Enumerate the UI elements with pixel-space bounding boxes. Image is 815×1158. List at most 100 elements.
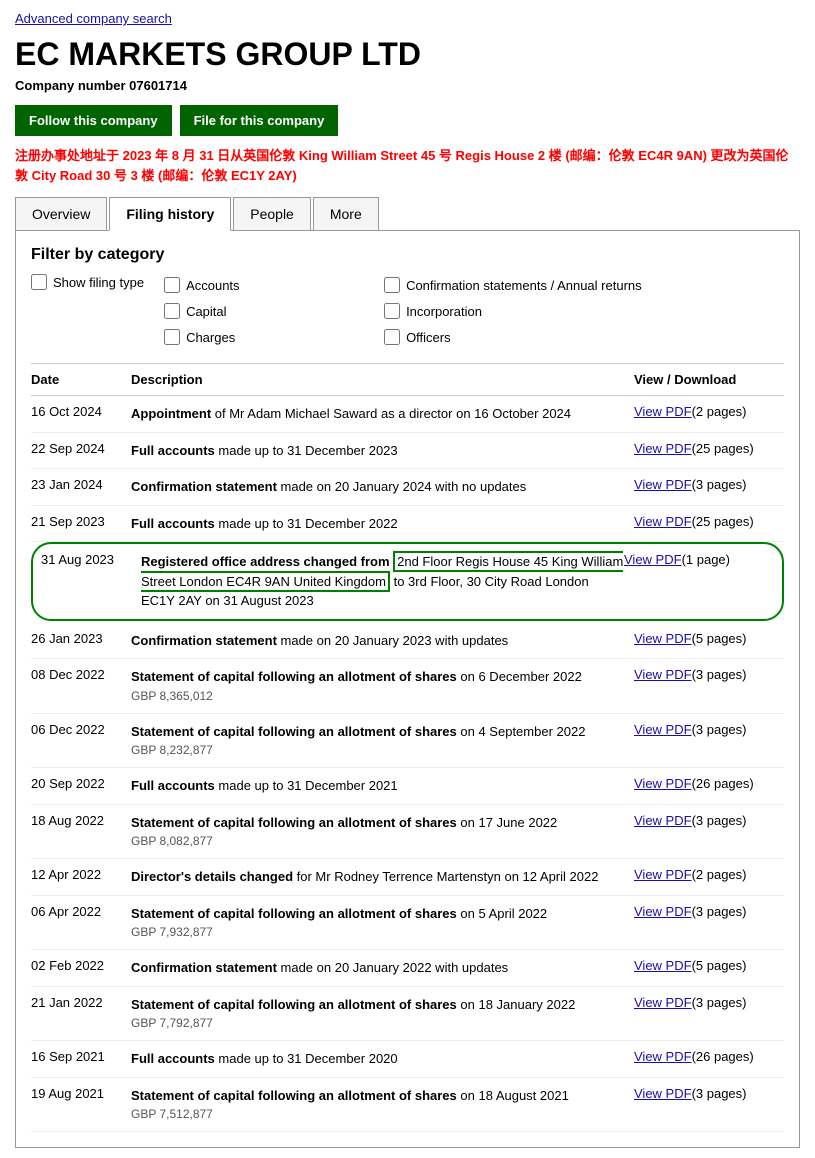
filing-sub: GBP 7,932,877: [131, 923, 634, 941]
filter-capital-checkbox[interactable]: [164, 303, 180, 319]
view-pdf-link[interactable]: View PDF: [634, 404, 692, 419]
view-pdf-link[interactable]: View PDF: [634, 667, 692, 682]
view-pages: (3 pages): [692, 1086, 747, 1101]
filing-date: 23 Jan 2024: [31, 477, 131, 492]
filter-charges-checkbox[interactable]: [164, 329, 180, 345]
filing-view: View PDF(2 pages): [634, 867, 784, 882]
view-pdf-link[interactable]: View PDF: [634, 958, 692, 973]
filing-description: Statement of capital following an allotm…: [131, 722, 634, 760]
filing-view: View PDF(3 pages): [634, 813, 784, 828]
filing-view: View PDF(5 pages): [634, 631, 784, 646]
filing-view: View PDF(1 page): [624, 552, 774, 567]
filter-officers: Officers: [384, 326, 642, 348]
filing-view: View PDF(3 pages): [634, 722, 784, 737]
filing-date: 22 Sep 2024: [31, 441, 131, 456]
filing-row: 16 Oct 2024Appointment of Mr Adam Michae…: [31, 396, 784, 433]
view-pdf-link[interactable]: View PDF: [634, 1086, 692, 1101]
filing-row: 06 Dec 2022Statement of capital followin…: [31, 714, 784, 769]
filing-sub: GBP 8,365,012: [131, 687, 634, 705]
filter-officers-checkbox[interactable]: [384, 329, 400, 345]
view-pdf-link[interactable]: View PDF: [624, 552, 682, 567]
view-pages: (2 pages): [692, 404, 747, 419]
filing-description: Full accounts made up to 31 December 202…: [131, 441, 634, 461]
filing-description: Statement of capital following an allotm…: [131, 667, 634, 705]
filter-section: Filter by category Show filing type Acco…: [31, 246, 784, 348]
filing-date: 26 Jan 2023: [31, 631, 131, 646]
view-pages: (3 pages): [692, 667, 747, 682]
filing-description: Appointment of Mr Adam Michael Saward as…: [131, 404, 634, 424]
advanced-search-link[interactable]: Advanced company search: [15, 11, 172, 26]
filing-description: Statement of capital following an allotm…: [131, 1086, 634, 1124]
filing-view: View PDF(3 pages): [634, 995, 784, 1010]
filing-row: 22 Sep 2024Full accounts made up to 31 D…: [31, 433, 784, 470]
tab-more[interactable]: More: [313, 197, 379, 230]
filing-view: View PDF(5 pages): [634, 958, 784, 973]
follow-company-button[interactable]: Follow this company: [15, 105, 172, 136]
filing-row: 18 Aug 2022Statement of capital followin…: [31, 805, 784, 860]
filing-sub: GBP 8,082,877: [131, 832, 634, 850]
filing-date: 06 Dec 2022: [31, 722, 131, 737]
tab-people[interactable]: People: [233, 197, 311, 230]
filing-description: Statement of capital following an allotm…: [131, 813, 634, 851]
filing-date: 19 Aug 2021: [31, 1086, 131, 1101]
view-pdf-link[interactable]: View PDF: [634, 514, 692, 529]
view-pages: (1 page): [682, 552, 730, 567]
filter-grid: Accounts Confirmation statements / Annua…: [164, 274, 642, 348]
view-pages: (25 pages): [692, 441, 754, 456]
view-pages: (3 pages): [692, 995, 747, 1010]
view-pdf-link[interactable]: View PDF: [634, 995, 692, 1010]
filing-row: 02 Feb 2022Confirmation statement made o…: [31, 950, 784, 987]
filing-description: Statement of capital following an allotm…: [131, 995, 634, 1033]
view-pdf-link[interactable]: View PDF: [634, 776, 692, 791]
col-date: Date: [31, 372, 131, 387]
filing-date: 16 Sep 2021: [31, 1049, 131, 1064]
view-pages: (25 pages): [692, 514, 754, 529]
view-pdf-link[interactable]: View PDF: [634, 441, 692, 456]
view-pdf-link[interactable]: View PDF: [634, 867, 692, 882]
filing-row: 06 Apr 2022Statement of capital followin…: [31, 896, 784, 951]
filter-incorporation: Incorporation: [384, 300, 642, 322]
view-pages: (5 pages): [692, 631, 747, 646]
view-pages: (3 pages): [692, 477, 747, 492]
filter-capital: Capital: [164, 300, 364, 322]
col-description: Description: [131, 372, 634, 387]
filing-sub: GBP 7,512,877: [131, 1105, 634, 1123]
filter-confirmation: Confirmation statements / Annual returns: [384, 274, 642, 296]
filter-confirmation-checkbox[interactable]: [384, 277, 400, 293]
show-filing-checkbox[interactable]: [31, 274, 47, 290]
filing-date: 16 Oct 2024: [31, 404, 131, 419]
filter-accounts-checkbox[interactable]: [164, 277, 180, 293]
filing-description: Full accounts made up to 31 December 202…: [131, 514, 634, 534]
filing-view: View PDF(25 pages): [634, 441, 784, 456]
filter-incorporation-checkbox[interactable]: [384, 303, 400, 319]
table-header: Date Description View / Download: [31, 363, 784, 396]
filing-row: 08 Dec 2022Statement of capital followin…: [31, 659, 784, 714]
filing-description: Full accounts made up to 31 December 202…: [131, 776, 634, 796]
view-pages: (5 pages): [692, 958, 747, 973]
filing-row: 31 Aug 2023Registered office address cha…: [31, 542, 784, 621]
view-pdf-link[interactable]: View PDF: [634, 477, 692, 492]
filing-description: Confirmation statement made on 20 Januar…: [131, 958, 634, 978]
filing-date: 02 Feb 2022: [31, 958, 131, 973]
filing-row: 12 Apr 2022Director's details changed fo…: [31, 859, 784, 896]
main-content: Filter by category Show filing type Acco…: [15, 231, 800, 1148]
filing-view: View PDF(26 pages): [634, 776, 784, 791]
filing-date: 20 Sep 2022: [31, 776, 131, 791]
view-pdf-link[interactable]: View PDF: [634, 813, 692, 828]
filing-row: 19 Aug 2021Statement of capital followin…: [31, 1078, 784, 1133]
filing-sub: GBP 8,232,877: [131, 741, 634, 759]
tab-filing-history[interactable]: Filing history: [109, 197, 231, 231]
file-company-button[interactable]: File for this company: [180, 105, 339, 136]
view-pdf-link[interactable]: View PDF: [634, 1049, 692, 1064]
view-pdf-link[interactable]: View PDF: [634, 722, 692, 737]
filing-view: View PDF(2 pages): [634, 404, 784, 419]
filter-charges: Charges: [164, 326, 364, 348]
col-view: View / Download: [634, 372, 784, 387]
view-pdf-link[interactable]: View PDF: [634, 631, 692, 646]
filing-row: 26 Jan 2023Confirmation statement made o…: [31, 623, 784, 660]
view-pages: (26 pages): [692, 776, 754, 791]
filing-date: 18 Aug 2022: [31, 813, 131, 828]
view-pdf-link[interactable]: View PDF: [634, 904, 692, 919]
tab-overview[interactable]: Overview: [15, 197, 107, 230]
view-pages: (3 pages): [692, 722, 747, 737]
